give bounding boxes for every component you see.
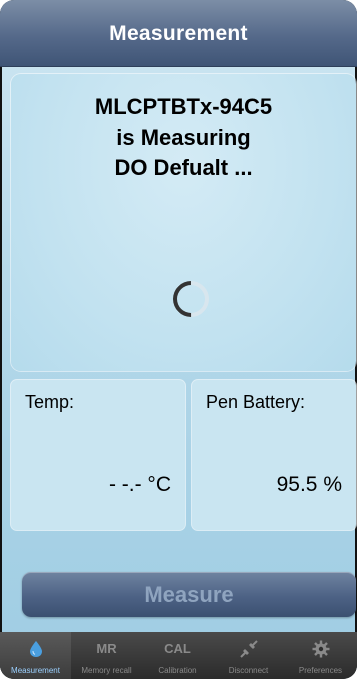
battery-label: Pen Battery:: [206, 392, 306, 412]
battery-card: Pen Battery: 95.5 %: [192, 380, 356, 530]
tab-label: Calibration: [158, 666, 197, 675]
gear-icon: [284, 638, 357, 660]
measure-button[interactable]: Measure: [22, 572, 356, 617]
temperature-card: Temp: - -.- °C: [11, 380, 185, 530]
battery-value: 95.5 %: [276, 473, 342, 496]
cal-icon: CAL: [164, 641, 191, 656]
mr-icon: MR: [96, 641, 117, 656]
temperature-value: - -.- °C: [108, 473, 171, 496]
measurement-mode: DO Defualt ...: [114, 155, 253, 180]
bottom-tab-bar: Measurement MR Memory recall CAL Calibra…: [0, 632, 357, 679]
water-drop-icon: [0, 638, 71, 660]
loading-spinner-icon: [165, 273, 217, 325]
measurement-status-panel: MLCPTBTx-94C5 is Measuring DO Defualt ..…: [11, 74, 356, 371]
tab-calibration[interactable]: CAL Calibration: [142, 632, 213, 679]
device-name: MLCPTBTx-94C5: [94, 94, 273, 119]
measuring-status: is Measuring: [116, 125, 251, 150]
disconnect-icon: [213, 638, 284, 660]
tab-label: Disconnect: [228, 666, 269, 675]
temperature-label: Temp:: [25, 392, 75, 412]
tab-measurement[interactable]: Measurement: [0, 632, 71, 679]
tab-disconnect[interactable]: Disconnect: [213, 632, 284, 679]
app-screen: Measurement MLCPTBTx-94C5 is Measuring D…: [0, 0, 357, 679]
tab-memory-recall[interactable]: MR Memory recall: [71, 632, 142, 679]
tab-label: Preferences: [298, 666, 343, 675]
tab-label: Measurement: [11, 666, 60, 675]
tab-preferences[interactable]: Preferences: [284, 632, 357, 679]
header-bar: Measurement: [0, 0, 357, 67]
tab-label: Memory recall: [81, 666, 132, 675]
page-title: Measurement: [109, 22, 248, 45]
